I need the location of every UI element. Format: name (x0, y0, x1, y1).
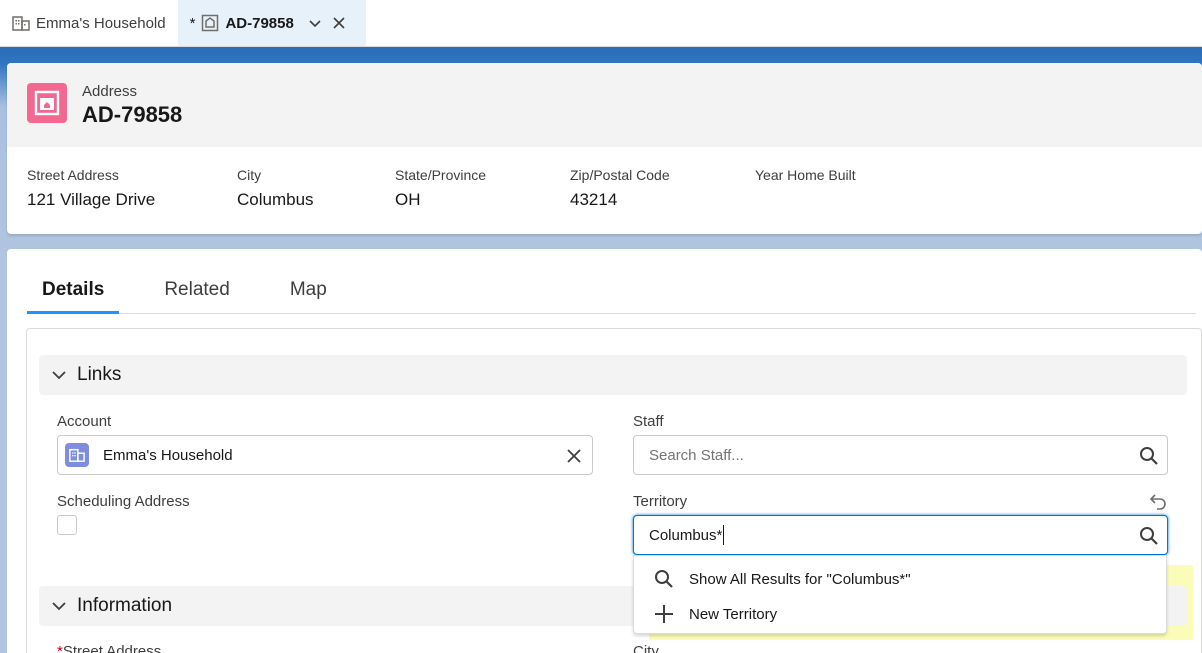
text-caret (723, 525, 725, 545)
building-icon (65, 443, 89, 467)
tab-label: Emma's Household (36, 14, 166, 32)
city-label: City (633, 643, 659, 653)
account-lookup[interactable]: Emma's Household (57, 435, 593, 475)
section-title: Information (77, 595, 173, 616)
highlight-year-built: Year Home Built (755, 167, 856, 190)
field-value: 43214 (570, 190, 618, 209)
tab-related[interactable]: Related (149, 272, 245, 314)
tab-label: AD-79858 (225, 14, 294, 32)
field-label: State/Province (395, 167, 487, 183)
field-label: Zip/Postal Code (570, 167, 670, 183)
page-title: AD-79858 (82, 102, 183, 127)
street-address-label: *Street Address (57, 643, 161, 653)
tab-emmas-household[interactable]: Emma's Household (0, 0, 178, 46)
staff-placeholder: Search Staff... (649, 446, 744, 464)
field-value: 121 Village Drive (27, 190, 156, 209)
chevron-down-icon (51, 367, 67, 383)
scheduling-address-label: Scheduling Address (57, 493, 190, 510)
new-territory-option[interactable]: New Territory (654, 604, 777, 624)
object-type-label: Address (82, 83, 138, 100)
field-label: City (237, 167, 262, 183)
chevron-down-icon[interactable] (308, 16, 322, 30)
field-label: Street Address (27, 167, 119, 183)
territory-search-input[interactable]: Columbus* (633, 515, 1168, 555)
address-icon (201, 14, 219, 32)
workspace-tab-bar: Emma's Household * AD-79858 (0, 0, 1202, 47)
highlight-state: State/Province OH (395, 167, 486, 210)
scheduling-address-checkbox[interactable] (57, 515, 77, 535)
field-value: OH (395, 190, 421, 209)
option-label: New Territory (689, 605, 778, 623)
highlight-zip: Zip/Postal Code 43214 (570, 167, 670, 210)
search-icon (1139, 526, 1159, 546)
record-tabs: Details Related Map (27, 272, 1196, 314)
building-icon (12, 14, 30, 32)
account-label: Account (57, 413, 112, 430)
undo-icon[interactable] (1149, 492, 1167, 510)
tab-details[interactable]: Details (27, 272, 120, 314)
record-detail-card: Details Related Map Links Account Emma's… (7, 249, 1202, 653)
address-icon (27, 83, 67, 123)
option-label: Show All Results for "Columbus*" (689, 570, 911, 588)
chevron-down-icon (51, 598, 67, 614)
territory-lookup-dropdown: Show All Results for "Columbus*" New Ter… (633, 555, 1167, 634)
section-title: Links (77, 364, 122, 385)
show-all-results-option[interactable]: Show All Results for "Columbus*" (654, 569, 911, 589)
record-header-title-area: Address AD-79858 (7, 63, 1202, 147)
section-links-header[interactable]: Links (39, 355, 1187, 395)
close-icon[interactable] (332, 16, 346, 30)
highlight-street-address: Street Address 121 Village Drive (27, 167, 155, 210)
clear-icon[interactable] (564, 446, 584, 466)
add-icon (654, 604, 674, 624)
search-icon (1139, 446, 1159, 466)
search-icon (654, 569, 674, 589)
account-value: Emma's Household (103, 446, 233, 464)
tab-ad-79858[interactable]: * AD-79858 (177, 0, 366, 46)
field-label: Year Home Built (755, 167, 856, 183)
staff-label: Staff (633, 413, 664, 430)
details-panel: Links Account Emma's Household Staff Sea… (26, 328, 1202, 653)
unsaved-marker: * (189, 14, 196, 32)
record-header: Address AD-79858 Street Address 121 Vill… (7, 63, 1202, 234)
highlight-city: City Columbus (237, 167, 314, 210)
field-value: Columbus (237, 190, 314, 209)
staff-search-input[interactable]: Search Staff... (633, 435, 1168, 475)
territory-label: Territory (633, 493, 688, 510)
territory-value: Columbus* (649, 526, 723, 544)
tab-map[interactable]: Map (275, 272, 342, 314)
label-text: Street Address (62, 643, 162, 653)
